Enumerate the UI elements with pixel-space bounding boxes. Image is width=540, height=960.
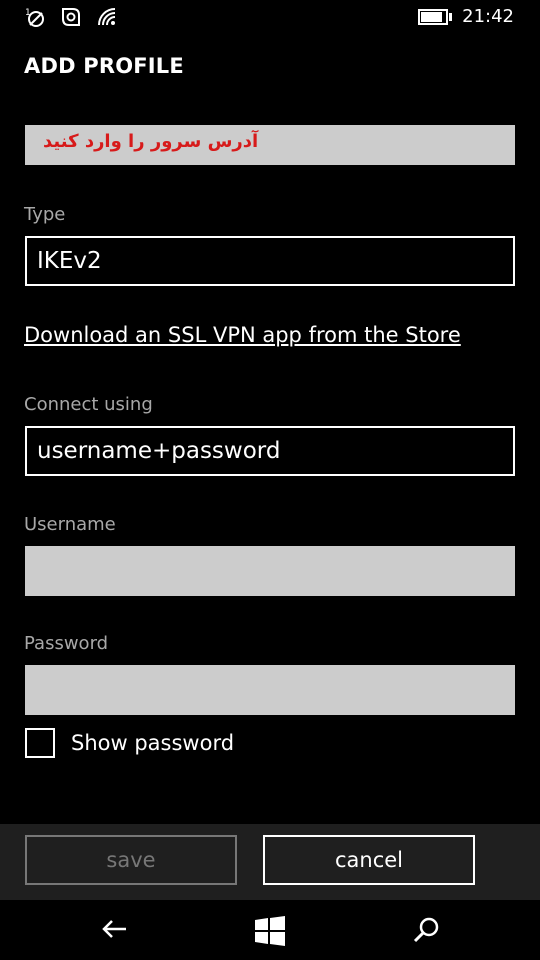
server-name-input[interactable]: آدرس سرور را وارد کنید [25, 125, 515, 165]
status-bar-left: 1 [24, 6, 118, 28]
connect-using-value: username+password [37, 438, 281, 464]
password-label: Password [24, 633, 109, 654]
store-link[interactable]: Download an SSL VPN app from the Store [24, 323, 461, 347]
windows-start-icon[interactable] [253, 914, 287, 948]
show-password-checkbox[interactable] [25, 728, 55, 758]
connect-using-label: Connect using [24, 394, 153, 415]
password-input[interactable] [25, 665, 515, 715]
back-icon[interactable] [98, 914, 132, 948]
status-bar-right: 21:42 [418, 6, 514, 27]
search-icon[interactable] [410, 914, 444, 948]
signal-off-icon: 1 [24, 6, 46, 28]
wifi-icon [96, 6, 118, 28]
navigation-bar [0, 900, 540, 960]
battery-icon [418, 8, 453, 25]
status-bar: 1 21:42 [0, 0, 540, 34]
page-title: ADD PROFILE [24, 54, 184, 78]
connect-using-picker[interactable]: username+password [25, 426, 515, 476]
battery-fill [421, 11, 442, 22]
show-password-label: Show password [71, 731, 235, 755]
username-input[interactable] [25, 546, 515, 596]
show-password-row[interactable]: Show password [25, 728, 234, 758]
type-picker-value: IKEv2 [37, 248, 102, 274]
username-label: Username [24, 514, 116, 535]
type-label: Type [24, 204, 66, 225]
cancel-button[interactable]: cancel [263, 835, 475, 885]
data-sense-icon [60, 6, 82, 28]
server-name-value: آدرس سرور را وارد کنید [43, 131, 259, 152]
save-button[interactable]: save [25, 835, 237, 885]
app-bar: save cancel [0, 824, 540, 900]
clock: 21:42 [462, 6, 514, 27]
type-picker[interactable]: IKEv2 [25, 236, 515, 286]
screen: 1 21:42 ADD PROFILE آدرس سرور را وارد کن… [0, 0, 540, 960]
